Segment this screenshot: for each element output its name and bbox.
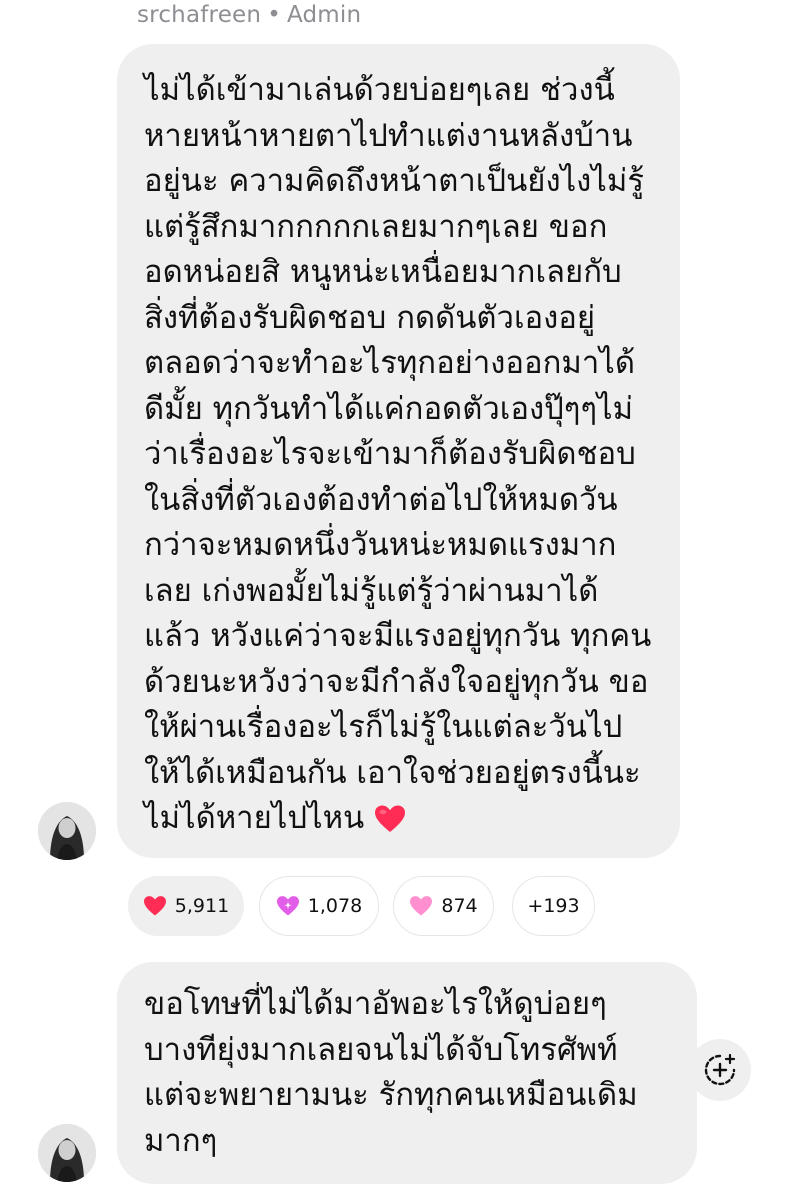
message-line-last: ไม่ได้หายไปไหน [144,796,660,842]
sender-header: srchafreen • Admin [137,2,361,28]
message-line: แล้ว หวังแค่ว่าจะมีแรงอยู่ทุกวัน ทุกคน [144,618,652,654]
red-heart-icon [143,896,166,916]
message-line: บางทียุ่งมากเลยจนไม่ได้จับโทรศัพท์ [144,1031,618,1068]
avatar[interactable] [38,1124,96,1182]
sender-role: Admin [286,2,362,28]
avatar[interactable] [38,802,96,860]
message-line: แต่รู้สึกมากกกกกเลยมากๆเลย ขอก [144,208,608,245]
sparkling-heart-icon [276,896,299,916]
message-line: มากๆ [144,1122,218,1159]
message-line: อยู่นะ ความคิดถึงหน้าตาเป็นยังไงไม่รู้ [144,163,644,199]
message-line: ขอโทษที่ไม่ได้มาอัพอะไรให้ดูบ่อยๆ [144,986,607,1022]
message-line: ดีมั้ย ทุกวันทำได้แค่กอดตัวเองปุ๊ๆๆไม่ [144,390,634,427]
separator-dot: • [267,2,281,28]
message-line: ในสิ่งที่ตัวเองต้องทำต่อไปให้หมดวัน [144,481,618,518]
message-line: ไม่ได้เข้ามาเล่นด้วยบ่อยๆเลย ช่วงนี้ [144,72,615,108]
message-line: อดหน่อยสิ หนูหน่ะเหนื่อยมากเลยกับ [144,254,622,290]
avatar-photo [38,1124,96,1182]
message-line: แต่จะพยายามนะ รักทุกคนเหมือนเดิม [144,1077,638,1113]
add-reaction-button[interactable] [689,1039,751,1101]
pink-heart-icon [410,896,433,916]
message-line: ว่าเรื่องอะไรจะเข้ามาก็ต้องรับผิดชอบ [144,436,636,472]
message-line: เลย เก่งพอมั้ยไม่รู้แต่รู้ว่าผ่านมาได้ [144,572,599,609]
message-line: กว่าจะหมดหนึ่งวันหน่ะหมดแรงมาก [144,527,617,563]
avatar-photo [38,802,96,860]
sender-name[interactable]: srchafreen [137,2,261,28]
more-reactions-count: +193 [527,895,580,917]
reaction-chip-pink-heart[interactable]: 874 [393,876,494,936]
message-bubble[interactable]: ขอโทษที่ไม่ได้มาอัพอะไรให้ดูบ่อยๆ บางทีย… [117,962,697,1184]
red-heart-emoji-icon [375,805,406,832]
message-line: หายหน้าหายตาไปทำแต่งานหลังบ้าน [144,117,633,154]
chat-thread: srchafreen • Admin ไม่ได้เข้ามาเล่นด้วยบ่อ… [0,0,793,1200]
reaction-count: 1,078 [307,895,363,917]
reaction-chip-sparkling-heart[interactable]: 1,078 [259,876,379,936]
reaction-count: 5,911 [174,895,230,917]
message-line: ด้วยนะหวังว่าจะมีกำลังใจอยู่ทุกวัน ขอ [144,663,649,700]
message-line: สิ่งที่ต้องรับผิดชอบ กดดันตัวเองอยู่ [144,299,596,336]
add-reaction-icon [704,1053,736,1086]
more-reactions-chip[interactable]: +193 [512,876,595,936]
message-line: ให้ได้เหมือนกัน เอาใจช่วยอยู่ตรงนี้นะ [144,754,641,791]
message-line-text: ไม่ได้หายไปไหน [144,800,365,836]
reaction-chip-red-heart[interactable]: 5,911 [128,876,244,936]
reaction-count: 874 [441,895,478,917]
message-line: ให้ผ่านเรื่องอะไรก็ไม่รู้ในแต่ละวันไป [144,709,623,745]
message-line: ตลอดว่าจะทำอะไรทุกอย่างออกมาได้ [144,345,635,381]
message-bubble[interactable]: ไม่ได้เข้ามาเล่นด้วยบ่อยๆเลย ช่วงนี้ หาย… [117,44,680,858]
